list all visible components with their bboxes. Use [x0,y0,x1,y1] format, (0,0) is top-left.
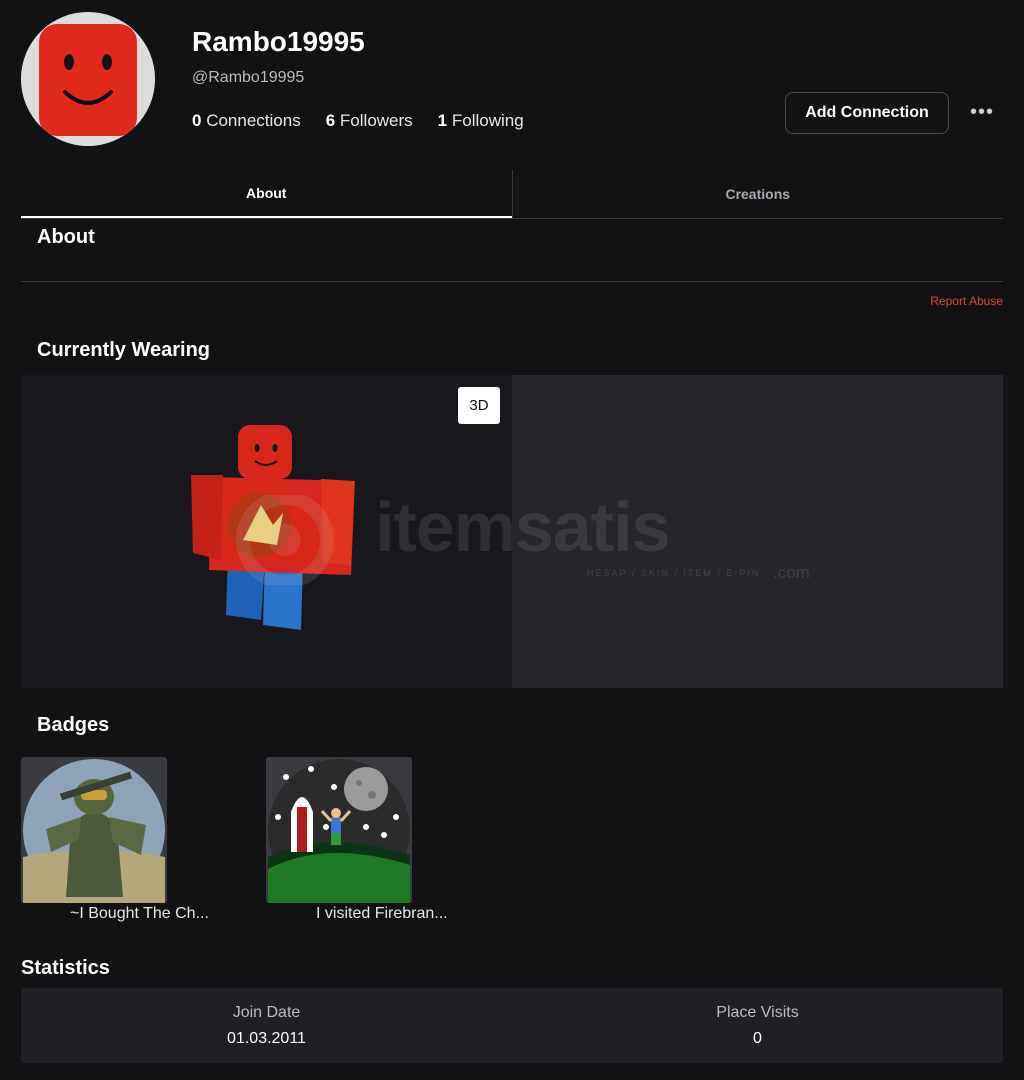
connections-link[interactable]: 0 Connections [192,111,301,131]
wearing-items-panel [512,375,1003,688]
tab-about[interactable]: About [21,170,512,218]
following-label: Following [451,111,524,130]
badge-rocket-icon [268,759,410,903]
badges-heading: Badges [37,714,110,736]
badge-label[interactable]: I visited Firebran... [316,905,448,923]
join-date-stat: Join Date 01.03.2011 [21,988,512,1063]
display-name: Rambo19995 [192,26,365,57]
followers-label: Followers [339,111,413,130]
about-heading: About [37,226,95,248]
username: @Rambo19995 [192,69,305,86]
avatar-figure [191,425,355,630]
social-stats: 0 Connections 6 Followers 1 Following [192,111,524,131]
tab-creations[interactable]: Creations [513,170,1004,218]
report-abuse-link[interactable]: Report Abuse [930,294,1003,308]
following-link[interactable]: 1 Following [438,111,524,131]
place-visits-value: 0 [753,1029,762,1047]
join-date-value: 01.03.2011 [227,1029,306,1047]
add-connection-button[interactable]: Add Connection [785,92,949,134]
avatar-image [21,12,155,146]
place-visits-stat: Place Visits 0 [512,988,1003,1063]
badge-soldier-icon [23,759,165,903]
view-3d-button[interactable]: 3D [458,387,500,424]
followers-count: 6 [325,111,336,130]
currently-wearing-heading: Currently Wearing [37,339,210,361]
connections-label: Connections [206,111,301,130]
badge-label[interactable]: ~I Bought The Ch... [70,905,209,923]
connections-count: 0 [192,111,202,130]
avatar-3d-view[interactable]: 3D [21,375,512,688]
statistics-heading: Statistics [21,957,110,979]
avatar[interactable] [21,12,155,146]
more-options-icon[interactable]: ••• [966,100,998,124]
place-visits-label: Place Visits [716,1003,799,1021]
following-count: 1 [437,111,448,130]
followers-link[interactable]: 6 Followers [326,111,413,131]
profile-tabs: About Creations [21,170,1003,219]
divider [21,281,1003,282]
statistics-panel: Join Date 01.03.2011 Place Visits 0 [21,988,1003,1063]
join-date-label: Join Date [232,1003,301,1021]
badge-item[interactable] [21,757,167,903]
badge-item[interactable] [266,757,412,903]
avatar-viewer: 3D [21,375,1003,688]
